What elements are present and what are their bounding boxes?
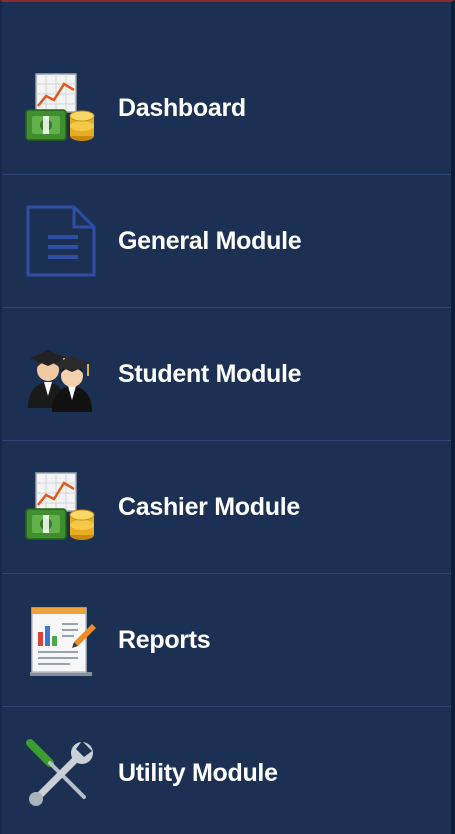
menu-item-general-module[interactable]: General Module xyxy=(2,175,451,308)
menu-item-label: General Module xyxy=(118,226,302,255)
document-icon xyxy=(22,203,98,279)
menu-list: Dashboard General Module Student Module … xyxy=(2,42,451,834)
menu-item-label: Reports xyxy=(118,625,211,654)
menu-item-reports[interactable]: Reports xyxy=(2,574,451,707)
chart-money-icon xyxy=(22,469,98,545)
menu-item-label: Dashboard xyxy=(118,93,246,122)
tools-icon xyxy=(22,735,98,811)
menu-item-label: Student Module xyxy=(118,359,302,388)
menu-item-utility-module[interactable]: Utility Module xyxy=(2,707,451,834)
sidebar-menu: Dashboard General Module Student Module … xyxy=(0,0,455,834)
menu-item-student-module[interactable]: Student Module xyxy=(2,308,451,441)
menu-item-label: Cashier Module xyxy=(118,492,300,521)
graduates-icon xyxy=(22,336,98,412)
menu-item-cashier-module[interactable]: Cashier Module xyxy=(2,441,451,574)
menu-item-dashboard[interactable]: Dashboard xyxy=(2,42,451,175)
menu-item-label: Utility Module xyxy=(118,758,278,787)
chart-money-icon xyxy=(22,70,98,146)
sidebar-top xyxy=(2,2,451,40)
report-icon xyxy=(22,602,98,678)
